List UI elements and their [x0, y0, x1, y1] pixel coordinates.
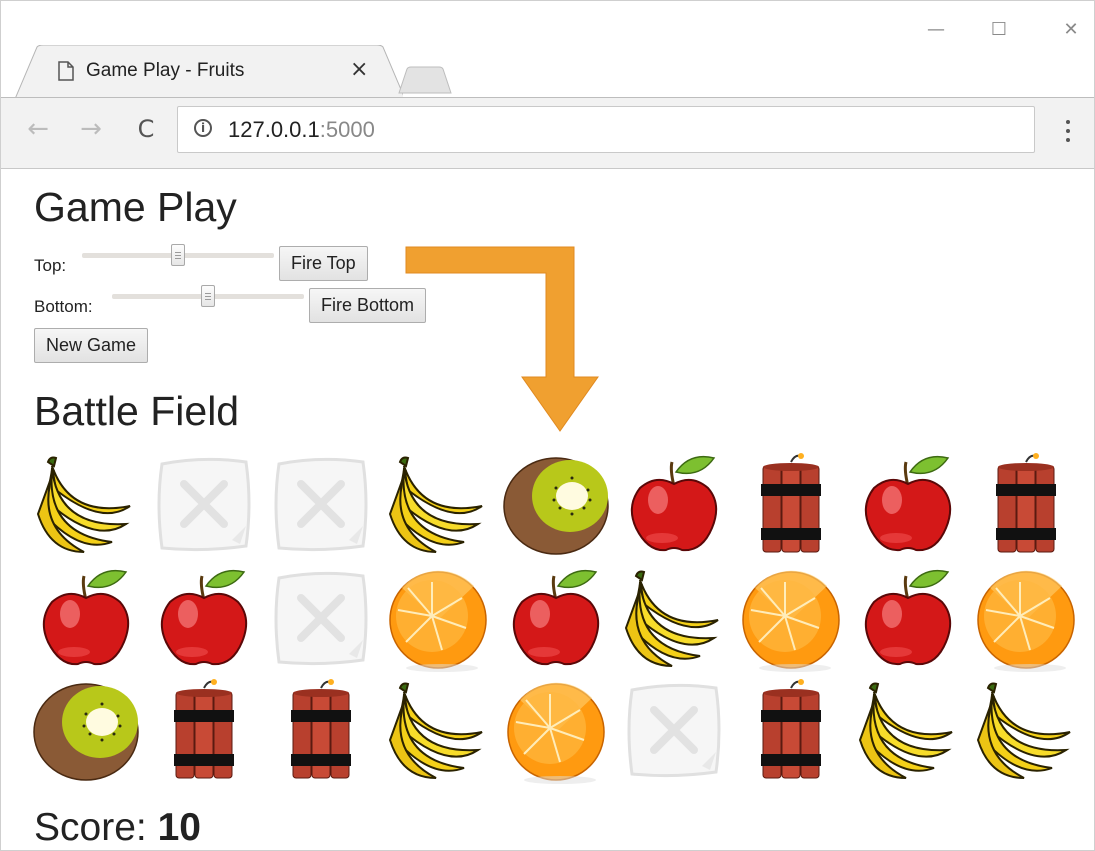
- dynamite-icon: [735, 448, 847, 560]
- apple-icon: [852, 448, 964, 560]
- info-icon[interactable]: i: [194, 119, 212, 137]
- kiwi-icon: [30, 674, 142, 786]
- empty-icon: [618, 674, 730, 786]
- minimize-button[interactable]: —: [916, 15, 956, 45]
- tab-strip: — ☐ ✕ Game Play - Fruits ×: [1, 1, 1094, 99]
- address-bar[interactable]: i 127.0.0.1:5000: [177, 106, 1035, 153]
- new-tab-button[interactable]: [397, 65, 453, 95]
- top-slider-thumb[interactable]: [171, 244, 185, 266]
- score-label: Score:: [34, 806, 147, 849]
- apple-icon: [500, 562, 612, 674]
- banana-icon: [382, 674, 494, 786]
- battle-field-heading: Battle Field: [34, 388, 240, 434]
- back-arrow-icon[interactable]: ←: [21, 112, 55, 146]
- tab-active[interactable]: Game Play - Fruits ×: [15, 45, 403, 99]
- game-play-heading: Game Play: [34, 184, 237, 230]
- tab-close-icon[interactable]: ×: [350, 57, 368, 82]
- apple-icon: [148, 562, 260, 674]
- top-slider[interactable]: [82, 244, 274, 268]
- dynamite-icon: [265, 674, 377, 786]
- new-game-button[interactable]: New Game: [34, 328, 149, 363]
- reload-icon[interactable]: C: [129, 112, 163, 146]
- annotation-arrow: [405, 246, 599, 432]
- bottom-slider[interactable]: [112, 285, 304, 309]
- url-host: 127.0.0.1: [228, 117, 320, 142]
- forward-arrow-icon[interactable]: →: [74, 112, 108, 146]
- dynamite-icon: [970, 448, 1082, 560]
- orange-icon: [970, 562, 1082, 674]
- kiwi-icon: [500, 448, 612, 560]
- close-window-button[interactable]: ✕: [1051, 15, 1091, 45]
- url-text[interactable]: 127.0.0.1:5000: [228, 117, 375, 143]
- empty-icon: [148, 448, 260, 560]
- tab-title: Game Play - Fruits: [86, 60, 245, 81]
- orange-icon: [500, 674, 612, 786]
- apple-icon: [618, 448, 730, 560]
- url-port: :5000: [319, 117, 375, 142]
- banana-icon: [30, 448, 142, 560]
- dynamite-icon: [735, 674, 847, 786]
- browser-chrome: — ☐ ✕ Game Play - Fruits × ← → C i 127.0…: [0, 0, 1095, 851]
- fire-top-button[interactable]: Fire Top: [279, 246, 368, 281]
- dynamite-icon: [148, 674, 260, 786]
- apple-icon: [30, 562, 142, 674]
- orange-icon: [382, 562, 494, 674]
- browser-toolbar: ← → C i 127.0.0.1:5000: [1, 97, 1094, 169]
- orange-icon: [735, 562, 847, 674]
- banana-icon: [970, 674, 1082, 786]
- score-display: Score: 10: [34, 806, 201, 850]
- score-value: 10: [157, 806, 201, 849]
- empty-icon: [265, 448, 377, 560]
- empty-icon: [265, 562, 377, 674]
- banana-icon: [618, 562, 730, 674]
- bottom-label: Bottom:: [34, 297, 93, 316]
- top-label: Top:: [34, 256, 67, 275]
- page-icon: [58, 61, 74, 81]
- maximize-button[interactable]: ☐: [979, 15, 1019, 45]
- banana-icon: [852, 674, 964, 786]
- bottom-slider-thumb[interactable]: [201, 285, 215, 307]
- apple-icon: [852, 562, 964, 674]
- banana-icon: [382, 448, 494, 560]
- browser-menu-icon[interactable]: [1053, 114, 1083, 148]
